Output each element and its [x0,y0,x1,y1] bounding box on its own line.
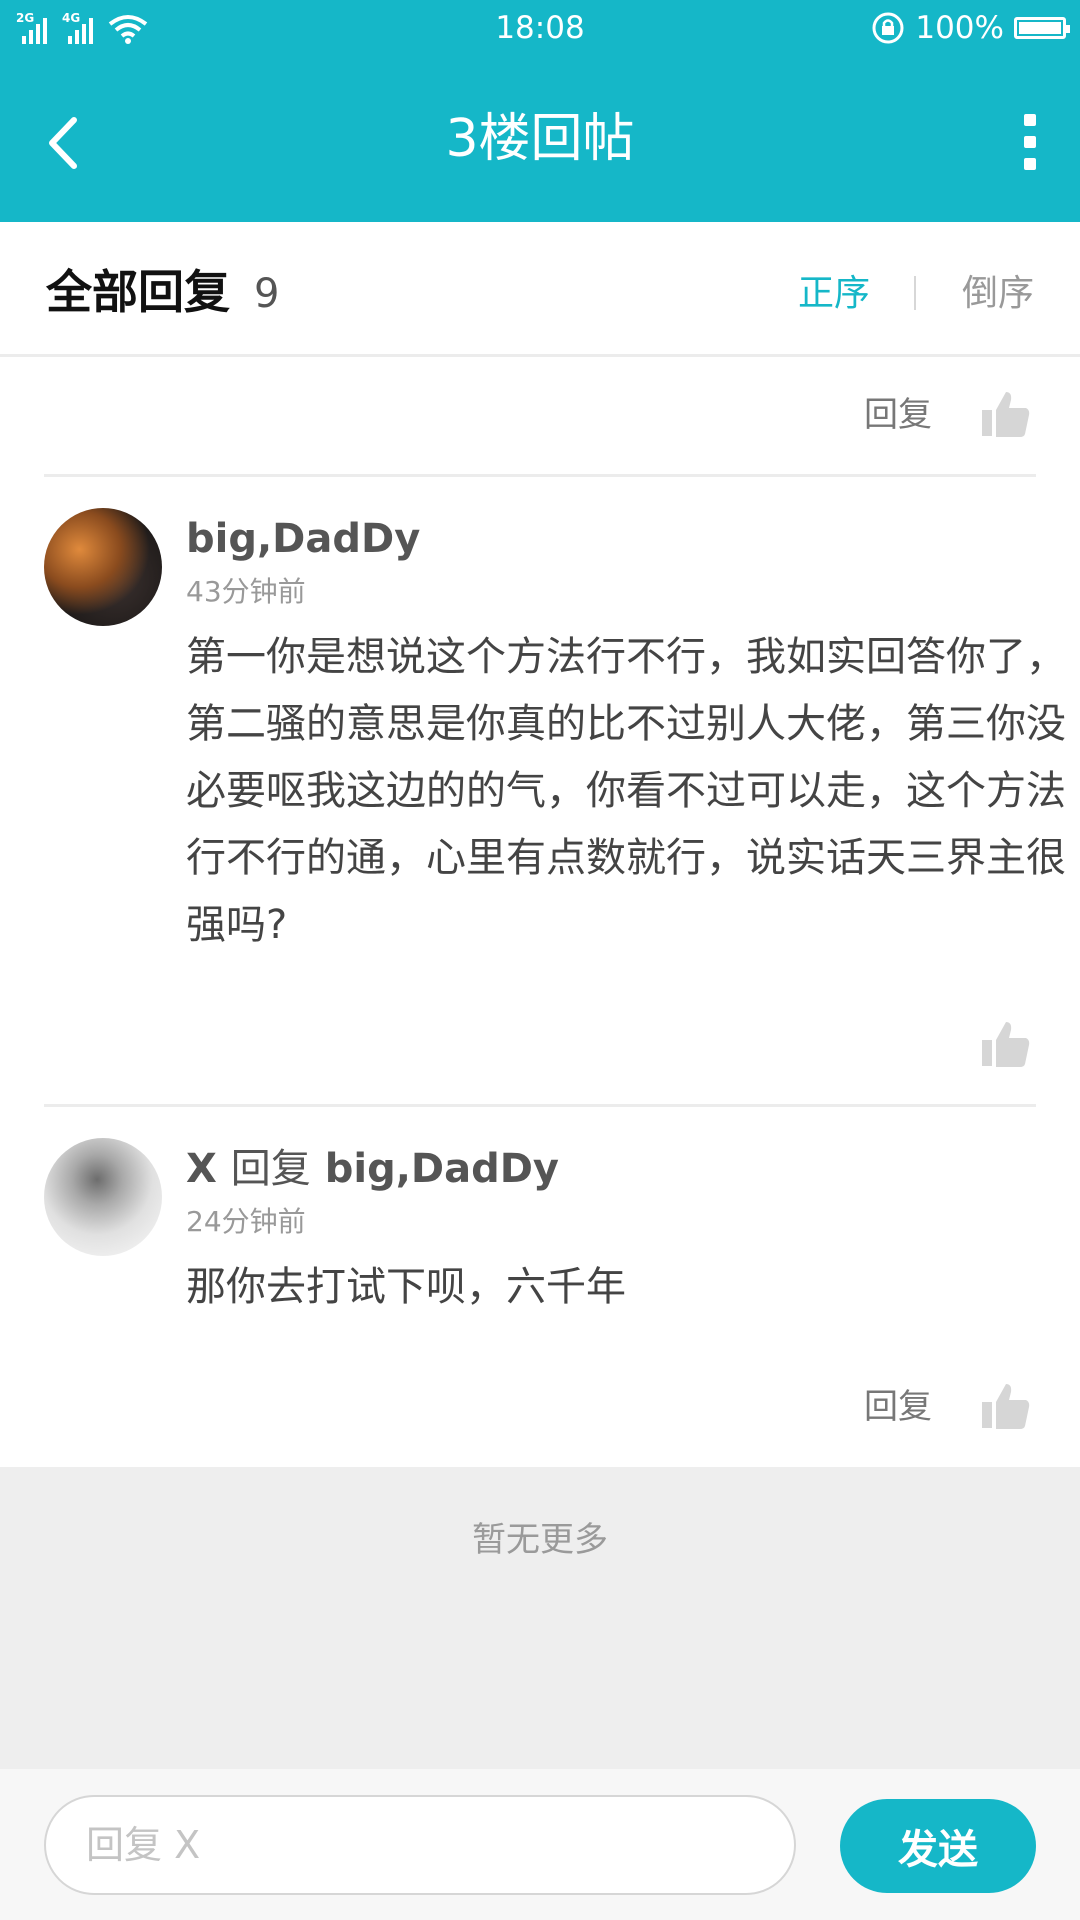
reply-target-username[interactable]: big,DadDy [325,1146,559,1192]
title-bar: 3楼回帖 [0,56,1080,222]
reply-content: 第一你是想说这个方法行不行，我如实回答你了，第二骚的意思是你真的比不过别人大佬，… [186,634,1066,948]
divider [44,1104,1036,1107]
timestamp: 24分钟前 [186,1205,306,1238]
reply-header: X 回复 big,DadDy [186,1141,559,1197]
status-bar: 2G 4G 18:08 100% [0,0,1080,56]
username[interactable]: X [186,1146,217,1192]
battery-percent: 100% [915,10,1004,46]
replies-header: 全部回复 9 正序 倒序 [0,222,1080,357]
list-footer: 暂无更多 [0,1467,1080,1769]
reply-input-bar: 发送 [0,1769,1080,1920]
avatar[interactable] [44,508,162,626]
timestamp: 43分钟前 [186,575,306,608]
sort-descending-button[interactable]: 倒序 [962,266,1034,322]
divider [44,474,1036,477]
avatar[interactable] [44,1138,162,1256]
reply-button[interactable]: 回复 [864,1384,932,1430]
reply-to-label: 回复 [230,1146,311,1192]
reply-button[interactable]: 回复 [864,392,932,438]
sort-divider [914,276,916,310]
more-vertical-icon [1024,114,1036,126]
reply-content: 那你去打试下呗，六千年 [186,1264,626,1310]
username[interactable]: big,DadDy [186,511,420,567]
thumbs-up-icon[interactable] [980,1018,1032,1070]
thumbs-up-icon[interactable] [980,1380,1032,1432]
rotation-lock-icon [872,12,904,44]
more-menu-button[interactable] [1016,114,1044,170]
reply-input[interactable] [44,1795,796,1895]
battery-icon [1014,17,1070,39]
all-replies-title: 全部回复 [46,265,230,319]
send-button[interactable]: 发送 [840,1799,1036,1893]
replies-count: 9 [254,271,280,317]
thumbs-up-icon[interactable] [980,388,1032,440]
no-more-label: 暂无更多 [472,1520,608,1560]
sort-ascending-button[interactable]: 正序 [798,266,870,322]
page-title: 3楼回帖 [445,109,635,169]
